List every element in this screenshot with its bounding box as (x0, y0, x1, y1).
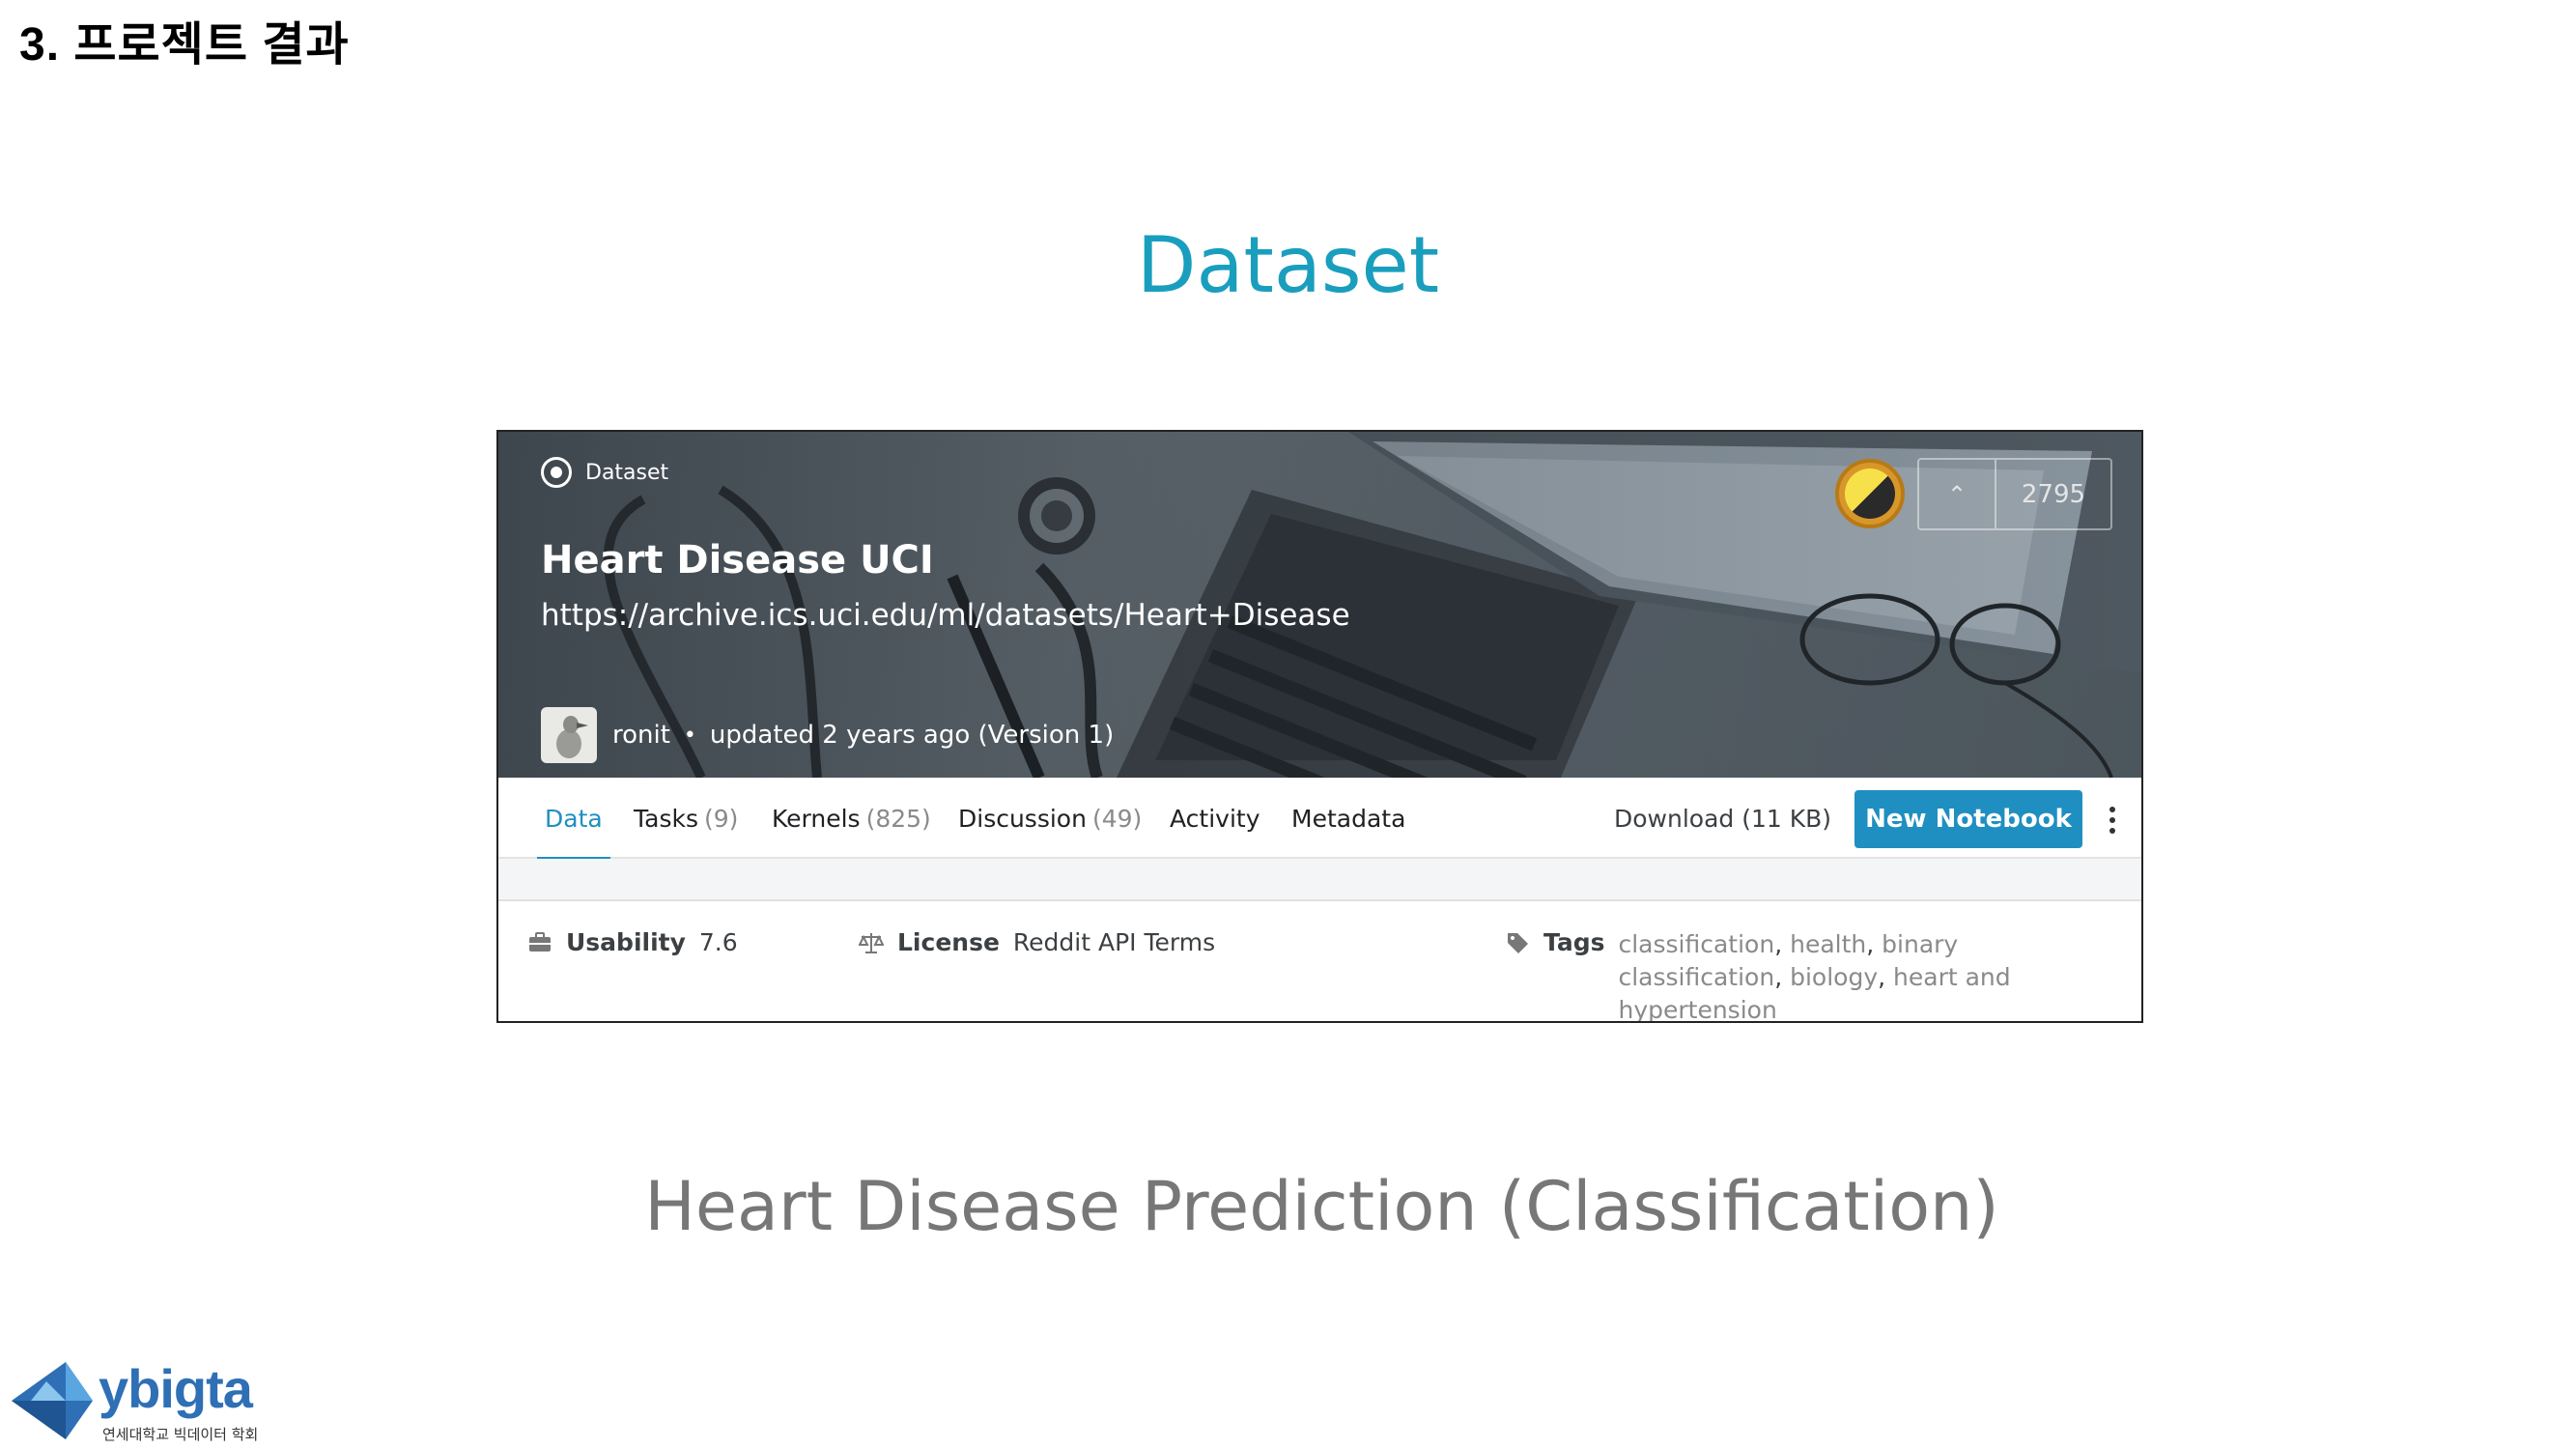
dataset-icon (541, 457, 572, 488)
upvote-count: 2795 (2021, 479, 2086, 509)
owner-name[interactable]: ronit (612, 721, 670, 750)
tag-item[interactable]: classification (1618, 930, 1774, 958)
slide: 3. 프로젝트 결과 Dataset Dataset Heart Disease… (0, 0, 2576, 1449)
briefcase-icon (529, 932, 551, 952)
separator-dot: • (683, 723, 696, 748)
license: License Reddit API Terms (859, 928, 1215, 956)
usability-value: 7.6 (698, 928, 738, 956)
dataset-title: Heart Disease UCI (541, 538, 934, 582)
chevron-up-icon: ⌃ (1946, 480, 1967, 508)
tab-data[interactable]: Data (537, 778, 610, 861)
dataset-screenshot: Dataset Heart Disease UCI https://archiv… (496, 430, 2143, 1023)
tag-icon (1508, 933, 1528, 953)
upvote-widget: ⌃ 2795 (1917, 458, 2112, 530)
tab-discussion[interactable]: Discussion (49) (958, 778, 1142, 859)
scale-icon (859, 933, 884, 953)
tag-item[interactable]: biology (1790, 963, 1878, 991)
badge-label: Dataset (585, 460, 669, 485)
tag-item[interactable]: health (1790, 930, 1866, 958)
slide-subtitle: Heart Disease Prediction (Classification… (644, 1167, 1999, 1246)
tab-tasks[interactable]: Tasks (9) (634, 778, 738, 859)
logo-wordmark: ybigta (99, 1358, 253, 1419)
avatar[interactable] (541, 707, 597, 763)
dataset-url[interactable]: https://archive.ics.uci.edu/ml/datasets/… (541, 598, 1350, 633)
updated-text: updated 2 years ago (Version 1) (709, 721, 1115, 750)
dataset-header: Dataset Heart Disease UCI https://archiv… (498, 432, 2141, 778)
gold-medal-icon (1835, 459, 1905, 528)
tab-bar: Data Tasks (9) Kernels (825) Discussion (49… (498, 778, 2141, 861)
dataset-badge: Dataset (541, 457, 668, 488)
owner-info: ronit • updated 2 years ago (Version 1) (541, 707, 1114, 763)
tags: Tags classification, health, binary clas… (1505, 928, 2120, 1023)
logo-caption: 연세대학교 빅데이터 학회 (102, 1426, 259, 1443)
divider-strip (498, 859, 2141, 901)
upvote-button[interactable]: ⌃ (1919, 460, 1996, 528)
license-value[interactable]: Reddit API Terms (1013, 928, 1215, 956)
section-title: 3. 프로젝트 결과 (19, 19, 350, 71)
download-button[interactable]: Download (11 KB) (1614, 778, 1831, 859)
ybigta-logo-icon (12, 1362, 93, 1439)
main-title: Dataset (1136, 220, 1440, 310)
more-options-icon[interactable] (2105, 805, 2120, 836)
usability: Usability 7.6 (527, 928, 738, 956)
license-label: License (897, 928, 1000, 956)
tags-label: Tags (1543, 928, 1605, 956)
tab-metadata[interactable]: Metadata (1291, 778, 1405, 859)
new-notebook-button[interactable]: New Notebook (1854, 790, 2082, 848)
tab-activity[interactable]: Activity (1170, 778, 1260, 859)
usability-label: Usability (566, 928, 686, 956)
tab-kernels[interactable]: Kernels (825) (772, 778, 931, 859)
tags-list: classification, health, binary classific… (1618, 930, 2011, 1023)
